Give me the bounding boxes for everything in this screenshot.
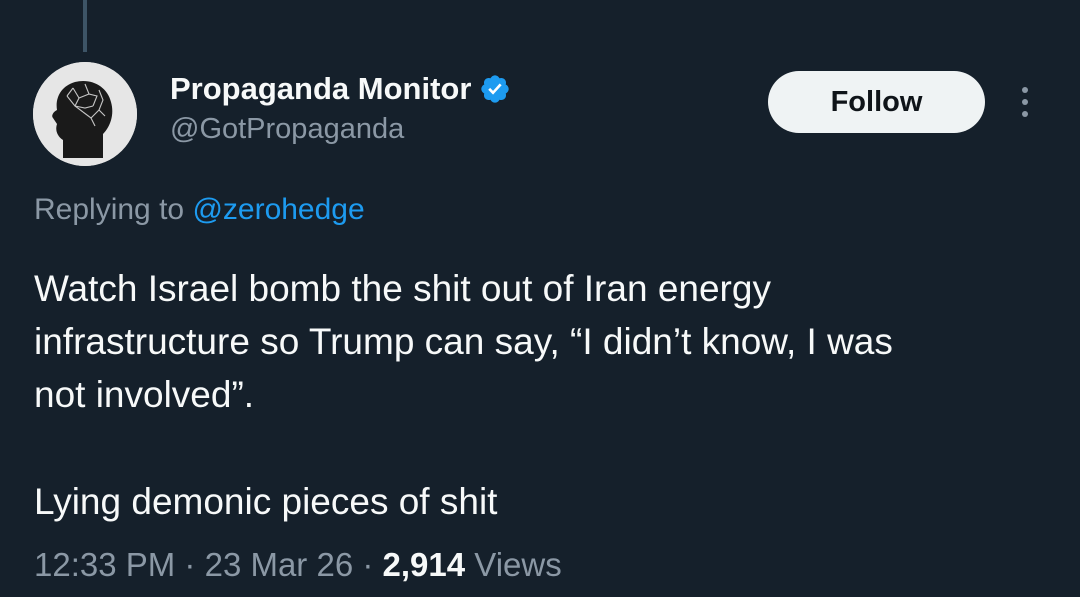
follow-button[interactable]: Follow xyxy=(768,71,985,133)
meta-separator: · xyxy=(184,546,205,583)
reply-context: Replying to @zerohedge xyxy=(34,193,365,227)
verified-badge-icon[interactable] xyxy=(479,73,511,105)
tweet-text-line: not involved”. xyxy=(34,374,255,415)
reply-mention-link[interactable]: @zerohedge xyxy=(192,193,364,226)
tweet-time[interactable]: 12:33 PM xyxy=(34,546,175,583)
tweet-text-line: Watch Israel bomb the shit out of Iran e… xyxy=(34,268,771,309)
reply-context-prefix: Replying to xyxy=(34,193,185,226)
more-vertical-icon-dot xyxy=(1022,111,1028,117)
avatar[interactable] xyxy=(33,62,137,166)
author-handle[interactable]: @GotPropaganda xyxy=(170,113,404,146)
tweet-date[interactable]: 23 Mar 26 xyxy=(205,546,354,583)
tweet-text-line: infrastructure so Trump can say, “I didn… xyxy=(34,321,893,362)
tweet-text-line: Lying demonic pieces of shit xyxy=(34,481,498,522)
more-vertical-icon xyxy=(1022,87,1028,93)
more-options-button[interactable] xyxy=(1008,80,1042,124)
tweet: Propaganda Monitor @GotPropaganda Follow… xyxy=(0,0,1080,597)
thread-connector-line xyxy=(83,0,87,52)
head-silhouette-icon xyxy=(33,62,137,166)
author-name-row: Propaganda Monitor xyxy=(170,68,511,110)
more-vertical-icon-dot xyxy=(1022,99,1028,105)
tweet-text: Watch Israel bomb the shit out of Iran e… xyxy=(34,262,1054,528)
views-count[interactable]: 2,914 xyxy=(383,546,466,583)
views-label: Views xyxy=(474,546,562,583)
meta-separator: · xyxy=(362,546,383,583)
tweet-metadata: 12:33 PM · 23 Mar 26 · 2,914 Views xyxy=(34,546,562,584)
author-display-name[interactable]: Propaganda Monitor xyxy=(170,71,471,107)
